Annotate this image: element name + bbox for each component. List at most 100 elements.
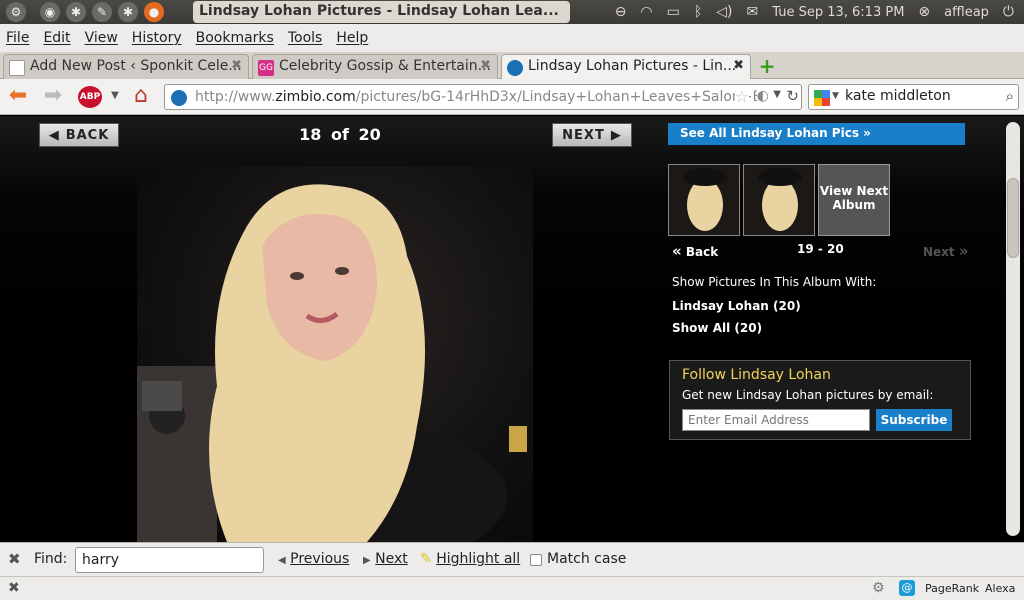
text-editor-icon[interactable]: ✎ — [92, 2, 112, 22]
user-icon[interactable]: ⊗ — [918, 4, 930, 20]
home-icon[interactable]: ⌂ — [128, 85, 154, 109]
search-input[interactable]: ▼ kate middleton ⌕ — [808, 84, 1019, 110]
main-photo[interactable] — [137, 166, 533, 542]
tab-add-new-post[interactable]: Add New Post ‹ Sponkit Cele... ✖ — [3, 54, 249, 79]
left-triangle-icon: ◀ — [278, 555, 286, 566]
volume-icon[interactable]: ◁) — [716, 4, 732, 20]
thumb-next-link[interactable]: Next » — [923, 242, 969, 260]
current-photo-number: 18 — [299, 125, 322, 144]
search-icon[interactable]: ⌕ — [1006, 87, 1014, 105]
preferences-icon[interactable]: ✱ — [66, 2, 86, 22]
menu-bookmarks[interactable]: Bookmarks — [196, 30, 274, 46]
bookmark-star-icon[interactable]: ☆ — [734, 87, 749, 106]
new-tab-plus-icon[interactable]: + — [755, 56, 779, 78]
status-bar: ✖ ⚙ @ PageRank Alexa — [0, 576, 1024, 600]
tab-label: Celebrity Gossip & Entertain... — [279, 58, 492, 74]
url-prefix: http://www. — [195, 89, 276, 105]
subscribe-button[interactable]: Subscribe — [876, 409, 952, 431]
back-button-label: BACK — [65, 127, 110, 143]
find-next-label: Next — [375, 551, 408, 567]
search-value: kate middleton — [845, 88, 951, 104]
system-tray: ⊖ ◠ ▭ ᛒ ◁) ✉ Tue Sep 13, 6:13 PM ⊗ affle… — [615, 0, 1024, 24]
scrollbar-thumb[interactable] — [1007, 178, 1019, 258]
match-case-label: Match case — [547, 551, 627, 567]
show-pictures-label: Show Pictures In This Album With: — [672, 275, 877, 289]
back-button[interactable]: ◀ BACK — [39, 123, 119, 147]
clock[interactable]: Tue Sep 13, 6:13 PM — [772, 5, 904, 20]
page-content: ◀ BACK 18 of 20 NEXT ▶ See All Lindsay L… — [0, 116, 1024, 542]
menu-help[interactable]: Help — [336, 30, 368, 46]
menu-history[interactable]: History — [132, 30, 182, 46]
right-triangle-icon: ▶ — [610, 127, 622, 143]
firefox-icon[interactable]: ● — [144, 2, 164, 22]
mail-icon[interactable]: ✉ — [747, 4, 759, 20]
tab-bar: Add New Post ‹ Sponkit Cele... ✖ GG Cele… — [0, 52, 1024, 79]
close-icon[interactable]: ✖ — [733, 58, 744, 73]
tab-lindsay-lohan[interactable]: Lindsay Lohan Pictures - Lin... ✖ — [501, 54, 751, 79]
menu-tools[interactable]: Tools — [288, 30, 323, 46]
page-info-icon[interactable]: ◐ — [756, 88, 769, 104]
page-icon — [9, 60, 25, 76]
close-icon[interactable]: ✖ — [231, 58, 242, 73]
find-previous-label: Previous — [290, 551, 350, 567]
system-settings-icon[interactable]: ◉ — [40, 2, 60, 22]
status-icon[interactable]: ⊖ — [615, 4, 627, 20]
thumbnail-20[interactable] — [743, 164, 815, 236]
next-button-label: NEXT — [562, 127, 605, 143]
email-field[interactable] — [682, 409, 870, 431]
close-icon[interactable]: ✖ — [480, 58, 491, 73]
google-search-icon[interactable] — [814, 90, 830, 106]
tab-celebrity-gossip[interactable]: GG Celebrity Gossip & Entertain... ✖ — [252, 54, 498, 79]
menu-edit[interactable]: Edit — [43, 30, 70, 46]
see-all-pics-link[interactable]: See All Lindsay Lohan Pics » — [668, 123, 965, 145]
chevron-down-icon[interactable]: ▼ — [102, 85, 128, 109]
navigation-bar: ⬅ ➡ ABP ▼ ⌂ http://www.zimbio.com/pictur… — [0, 79, 1024, 115]
battery-icon[interactable]: ▭ — [667, 4, 680, 20]
follow-box: Follow Lindsay Lohan Get new Lindsay Loh… — [669, 360, 971, 440]
back-arrow-icon[interactable]: ⬅ — [5, 85, 31, 109]
view-next-album-button[interactable]: View Next Album — [818, 164, 890, 236]
adblock-icon[interactable]: ABP — [78, 86, 102, 108]
at-sign-icon[interactable]: @ — [899, 580, 915, 596]
pagerank-label[interactable]: PageRank — [925, 582, 979, 595]
filter-show-all-link[interactable]: Show All (20) — [672, 321, 762, 335]
gear-icon[interactable]: ⚙ — [872, 580, 885, 596]
close-find-icon[interactable]: ✖ — [8, 550, 21, 568]
chevron-down-icon[interactable]: ▼ — [773, 89, 781, 100]
url-domain: zimbio.com — [275, 89, 356, 105]
photo-counter: 18 of 20 — [290, 125, 390, 144]
find-input[interactable] — [75, 547, 264, 573]
reload-icon[interactable]: ↻ — [786, 87, 799, 105]
applications-icon[interactable]: ✱ — [118, 2, 138, 22]
system-top-bar: ⚙ ◉ ✱ ✎ ✱ ● Lindsay Lohan Pictures - Lin… — [0, 0, 1024, 24]
find-bar: ✖ Find: ◀ Previous ▶ Next ✎ Highlight al… — [0, 542, 1024, 576]
power-icon[interactable]: ⏻ — [1003, 4, 1014, 20]
gg-favicon-icon: GG — [258, 60, 274, 76]
zimbio-favicon-icon — [171, 90, 187, 106]
zimbio-favicon-icon — [507, 60, 523, 76]
highlight-all-label: Highlight all — [436, 551, 521, 567]
find-previous-button[interactable]: ◀ Previous — [278, 551, 349, 567]
url-bar[interactable]: http://www.zimbio.com/pictures/bG-14rHhD… — [164, 84, 802, 110]
find-next-button[interactable]: ▶ Next — [363, 551, 408, 567]
forward-arrow-icon[interactable]: ➡ — [40, 85, 66, 109]
menu-view[interactable]: View — [85, 30, 118, 46]
highlight-all-button[interactable]: ✎ Highlight all — [420, 551, 520, 567]
match-case-checkbox[interactable] — [530, 554, 542, 566]
filter-lindsay-lohan-link[interactable]: Lindsay Lohan (20) — [672, 299, 801, 313]
double-chevron-right-icon: » — [958, 242, 969, 260]
counter-of: of — [331, 125, 349, 144]
alexa-label[interactable]: Alexa — [985, 582, 1015, 595]
double-chevron-left-icon: « — [672, 242, 682, 260]
ubuntu-menu-icon[interactable]: ⚙ — [6, 2, 26, 22]
menu-file[interactable]: File — [6, 30, 29, 46]
close-icon[interactable]: ✖ — [8, 580, 20, 596]
next-button[interactable]: NEXT ▶ — [552, 123, 632, 147]
page-scrollbar[interactable] — [1006, 122, 1020, 536]
wifi-icon[interactable]: ◠ — [640, 4, 652, 20]
bluetooth-icon[interactable]: ᛒ — [694, 4, 702, 20]
chevron-down-icon[interactable]: ▼ — [832, 91, 839, 101]
user-name[interactable]: affleap — [944, 5, 989, 20]
thumb-back-link[interactable]: « Back — [672, 242, 718, 260]
thumbnail-19[interactable] — [668, 164, 740, 236]
